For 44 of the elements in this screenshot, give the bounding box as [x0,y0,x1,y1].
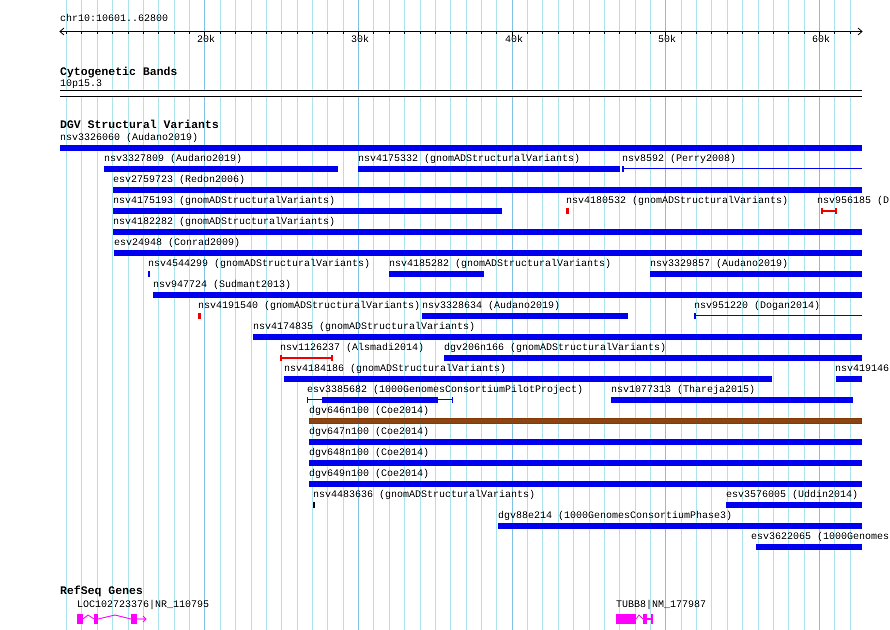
variant-label: nsv3327809 (Audano2019) [104,154,242,166]
variant-label: esv24948 (Conrad2009) [114,238,240,250]
variant-label: nsv1126237 (Alsmadi2014) [280,343,424,355]
variant-label: dgv648n100 (Coe2014) [309,448,430,460]
variant-label: nsv4175332 (gnomADStructuralVariants) [358,154,580,166]
tick-label: 30k [351,35,370,47]
variant-label: esv3622065 (1000Genomes [751,532,890,544]
variant-label: nsv4175193 (gnomADStructuralVariants) [113,196,336,208]
variant-label: nsv951220 (Dogan2014) [694,301,820,313]
variant-label: nsv4184186 (gnomADStructuralVariants) [284,364,506,376]
variant-label: esv3576005 (Uddin2014) [726,490,858,502]
track-title: DGV Structural Variants [60,120,219,132]
band-label: 10p15.3 [60,79,102,90]
tick-label: 40k [505,35,524,47]
tick-label: 50k [658,35,676,47]
variant-label: nsv4185282 (gnomADStructuralVariants) [389,259,612,271]
track-title: Cytogenetic Bands [60,67,178,79]
variant-label: nsv947724 (Sudmant2013) [153,280,292,292]
variant-label: dgv649n100 (Coe2014) [309,469,430,481]
tick-label: 60k [812,35,830,47]
variant-label: esv3385682 (1000GenomesConsortiumPilotProject) [307,385,584,397]
location-label: chr10:10601..62800 [60,14,168,26]
variant-label: nsv4180532 (gnomADStructuralVariants) [566,196,788,208]
track-title: RefSeq Genes [60,586,143,598]
tick-label: 20k [197,35,216,47]
variant-label: dgv88e214 (1000GenomesConsortiumPhase3) [498,511,732,523]
variant-label: dgv646n100 (Coe2014) [309,406,430,418]
variant-label: nsv4191540 (gnomADStructuralVariants) [198,301,420,313]
variant-label: nsv4174835 (gnomADStructuralVariants) [253,322,476,334]
gene-label: TUBB8|NM_177987 [616,600,706,612]
variant-label: dgv206n166 (gnomADStructuralVariants) [444,343,666,355]
variant-label: nsv4182282 (gnomADStructuralVariants) [113,217,336,229]
variant-label: nsv3326060 (Audano2019) [60,133,198,145]
variant-label: nsv419146 [835,364,890,376]
variant-label: dgv647n100 (Coe2014) [309,427,430,439]
variant-label: nsv4483636 (gnomADStructuralVariants) [313,490,536,502]
variant-label: nsv956185 (D [817,196,890,208]
variant-label: nsv4544299 (gnomADStructuralVariants) [148,259,370,271]
variant-label: nsv1077313 (Thareja2015) [611,385,756,397]
variant-label: nsv8592 (Perry2008) [622,154,736,166]
variant-label: esv2759723 (Redon2006) [113,175,246,187]
variant-label: nsv3328634 (Audano2019) [422,301,560,313]
gene-label: LOC102723376|NR_110795 [77,600,210,612]
variant-label: nsv3329857 (Audano2019) [650,259,788,271]
